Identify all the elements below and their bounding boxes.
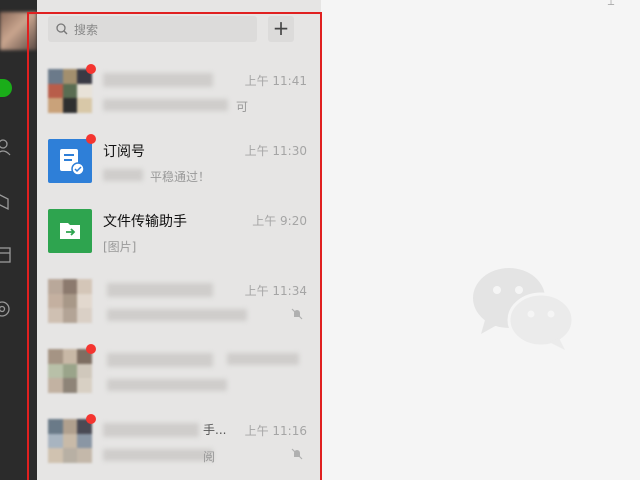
chat-nav-indicator[interactable] xyxy=(0,79,12,97)
chat-time-redacted xyxy=(227,353,299,365)
chat-name-redacted xyxy=(103,73,213,87)
chat-list-panel: 搜索 + 上午 11:41 可 订阅号 上午 11:30 平稳通过！ 文件传输助… xyxy=(37,0,321,480)
file-transfer-icon xyxy=(48,209,92,253)
group-avatar xyxy=(48,349,92,393)
chat-time: 上午 11:34 xyxy=(244,284,307,298)
mute-icon xyxy=(291,448,303,460)
folder-icon[interactable] xyxy=(0,244,14,266)
nav-rail xyxy=(0,0,37,480)
chat-item[interactable]: 订阅号 上午 11:30 平稳通过！ xyxy=(37,126,321,196)
chat-preview-redacted xyxy=(107,379,227,391)
search-box[interactable]: 搜索 xyxy=(48,16,257,42)
chat-preview: 可 xyxy=(236,100,249,114)
chat-name: 手... xyxy=(203,423,227,437)
chat-time: 上午 11:30 xyxy=(244,144,307,158)
chat-name-redacted xyxy=(107,353,213,367)
chat-list: 上午 11:41 可 订阅号 上午 11:30 平稳通过！ 文件传输助手 上午 … xyxy=(37,56,321,476)
user-avatar[interactable] xyxy=(0,12,37,50)
search-icon xyxy=(56,23,68,35)
chat-item[interactable] xyxy=(37,336,321,406)
group-avatar xyxy=(48,69,92,113)
chat-preview-redacted xyxy=(103,449,213,461)
unread-badge xyxy=(86,64,96,74)
pin-icon[interactable]: ┴ xyxy=(608,0,614,11)
subscription-icon xyxy=(48,139,92,183)
unread-badge xyxy=(86,414,96,424)
chat-time: 上午 9:20 xyxy=(252,214,307,228)
chat-window-empty: ┴ xyxy=(321,0,640,480)
chat-preview: 平稳通过！ xyxy=(150,170,211,184)
wechat-logo-icon xyxy=(473,268,575,350)
chat-item[interactable]: 手... 上午 11:16 阅 xyxy=(37,406,321,476)
favorites-icon[interactable] xyxy=(0,190,14,212)
chat-name: 订阅号 xyxy=(103,144,145,160)
chat-preview: [图片] xyxy=(103,240,137,254)
chat-preview-redacted xyxy=(103,169,143,181)
chat-time: 上午 11:41 xyxy=(244,74,307,88)
chat-item[interactable]: 上午 11:34 xyxy=(37,266,321,336)
chat-item[interactable]: 上午 11:41 可 xyxy=(37,56,321,126)
unread-badge xyxy=(86,344,96,354)
group-avatar xyxy=(48,279,92,323)
add-chat-button[interactable]: + xyxy=(268,16,294,42)
chat-name: 文件传输助手 xyxy=(103,214,187,230)
moments-icon[interactable] xyxy=(0,298,14,320)
chat-name-redacted xyxy=(103,423,199,437)
chat-preview-redacted xyxy=(107,309,247,321)
chat-preview-redacted xyxy=(103,99,228,111)
chat-preview: 阅 xyxy=(203,450,216,464)
mute-icon xyxy=(291,308,303,320)
chat-time: 上午 11:16 xyxy=(244,424,307,438)
contacts-icon[interactable] xyxy=(0,136,14,158)
chat-name-redacted xyxy=(107,283,213,297)
search-placeholder: 搜索 xyxy=(74,23,99,37)
group-avatar xyxy=(48,419,92,463)
unread-badge xyxy=(86,134,96,144)
chat-item[interactable]: 文件传输助手 上午 9:20 [图片] xyxy=(37,196,321,266)
